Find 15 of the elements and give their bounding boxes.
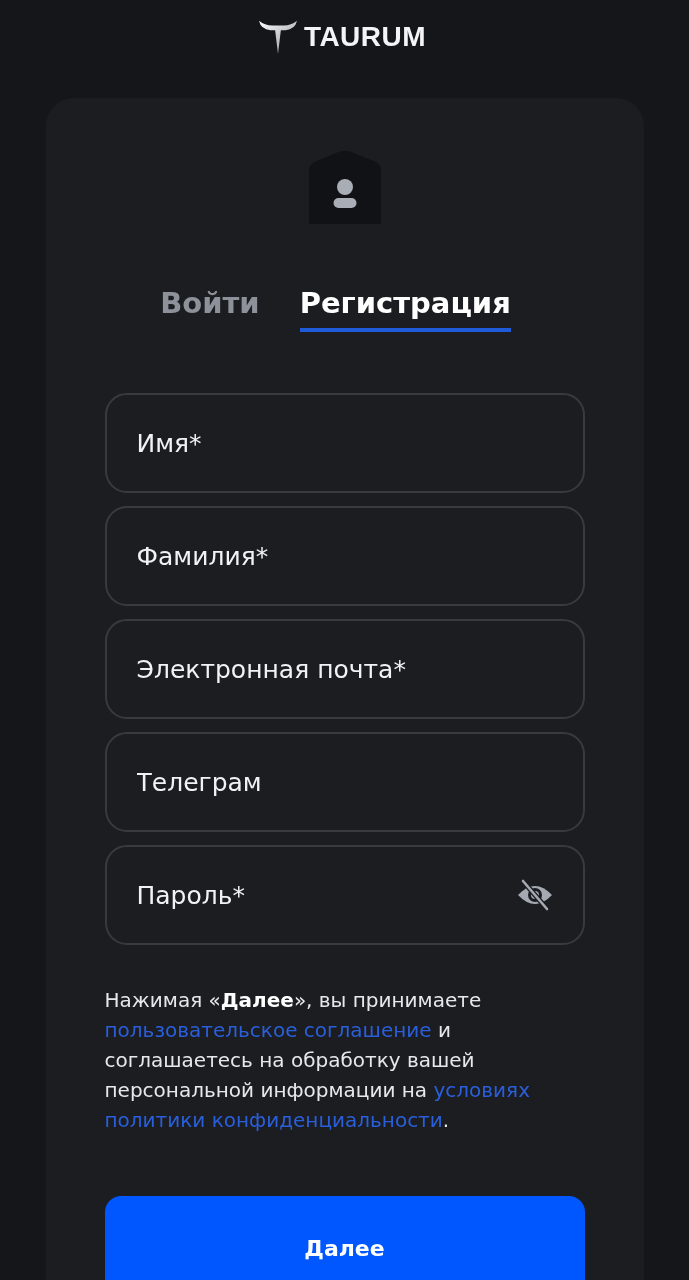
user-icon — [308, 150, 381, 224]
text-field[interactable]: Телеграм — [104, 732, 585, 832]
policy-link[interactable]: политики конфиденциальности — [104, 1108, 443, 1132]
tab[interactable]: Войти — [160, 284, 260, 332]
text-field[interactable]: Имя* — [104, 393, 585, 493]
text-field[interactable]: Фамилия* — [104, 506, 585, 606]
consent-text: Нажимая «Далее», вы принимаете пользовательское соглашение и соглашаетесь на обработку вашей персональной информации на условиях политики конфиденциальности. — [104, 987, 531, 1134]
policy-link[interactable]: условиях — [433, 1078, 530, 1102]
tab[interactable]: Регистрация — [299, 284, 511, 332]
policy-link[interactable]: пользовательское соглашение — [104, 1018, 432, 1042]
logo-text: TAURUM — [303, 20, 427, 54]
password-field[interactable]: Пароль* — [104, 845, 585, 945]
next-button[interactable]: Далее — [104, 1196, 585, 1280]
text-field[interactable]: Электронная почта* — [104, 619, 585, 719]
eye-slash-icon[interactable] — [516, 879, 553, 911]
